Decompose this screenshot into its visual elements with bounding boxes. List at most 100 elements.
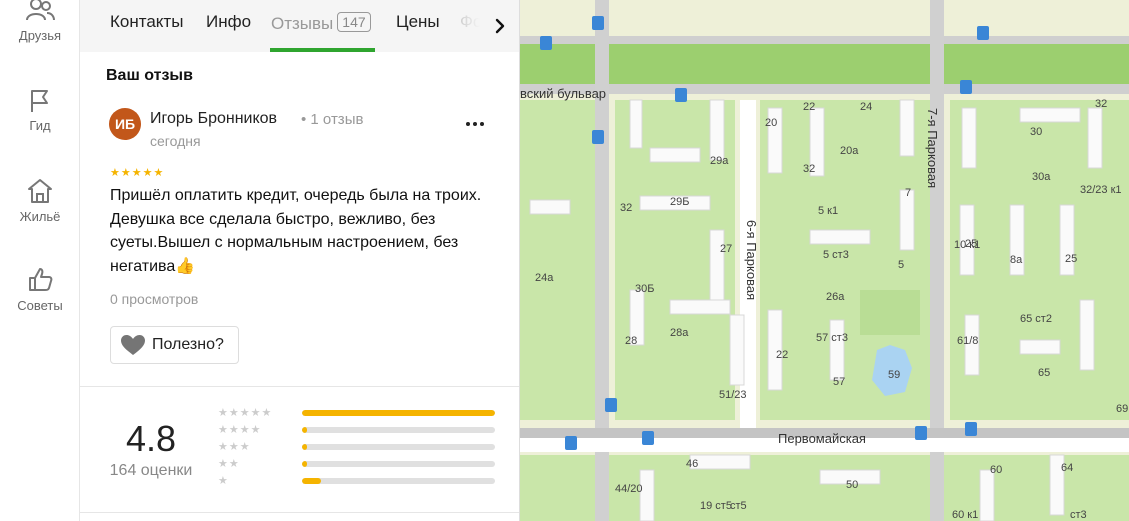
bus-stop-icon[interactable] bbox=[565, 436, 577, 450]
review-text: Пришёл оплатить кредит, очередь была на … bbox=[110, 187, 482, 275]
friends-icon bbox=[26, 0, 55, 21]
bus-stop-icon[interactable] bbox=[605, 398, 617, 412]
map-house-number: 32 bbox=[1095, 98, 1107, 110]
bus-stop-icon[interactable] bbox=[965, 422, 977, 436]
map-house-number: 29Б bbox=[670, 196, 689, 208]
map-house-number: 20 bbox=[765, 117, 777, 129]
heart-icon bbox=[121, 335, 145, 355]
map-road bbox=[520, 84, 1129, 94]
map-house-number: 32 bbox=[620, 202, 632, 214]
map-house-number: 24а bbox=[535, 272, 554, 284]
map-street-label: вский бульвар bbox=[520, 86, 606, 101]
tab-bar: Контакты Инфо Отзывы147 Цены Фо bbox=[80, 0, 519, 52]
review-rating-stars: ★★★★★ bbox=[110, 167, 165, 179]
map-house-number: 60 bbox=[990, 464, 1002, 476]
map-house-number: 57 bbox=[833, 376, 845, 388]
review-more-button[interactable] bbox=[460, 112, 490, 136]
map-street-label: 7-я Парковая bbox=[925, 108, 940, 188]
tab-prices[interactable]: Цены bbox=[396, 12, 440, 32]
more-dot bbox=[473, 122, 477, 126]
map-house-number: 30Б bbox=[635, 283, 654, 295]
bus-stop-icon[interactable] bbox=[642, 431, 654, 445]
your-review-title: Ваш отзыв bbox=[106, 67, 193, 84]
map-house-number: 50 bbox=[846, 479, 858, 491]
distribution-bar bbox=[302, 444, 495, 450]
map-house-number: 69 bbox=[1116, 403, 1128, 415]
map-house-number: 44/20 bbox=[615, 483, 643, 495]
map-house-number: 5 к1 bbox=[818, 205, 838, 217]
map-house-number: 7 bbox=[905, 187, 911, 199]
bus-stop-icon[interactable] bbox=[960, 80, 972, 94]
map-house-number: 19 ст5 bbox=[700, 500, 732, 512]
left-sidebar: Друзья Гид Жильё Советы bbox=[0, 0, 80, 521]
tab-contacts[interactable]: Контакты bbox=[110, 12, 183, 32]
bus-stop-icon[interactable] bbox=[592, 16, 604, 30]
tab-reviews[interactable]: Отзывы 147 bbox=[271, 12, 371, 34]
tabs-next-button[interactable] bbox=[480, 6, 519, 46]
active-tab-underline bbox=[270, 48, 375, 52]
sidebar-label: Друзья bbox=[18, 28, 62, 43]
distribution-stars: ★★★ bbox=[218, 441, 251, 453]
map-house-number: ст5 bbox=[730, 500, 747, 512]
map-house-number: 5 ст3 bbox=[823, 249, 849, 261]
author-review-count: • 1 отзыв bbox=[301, 111, 364, 128]
map-house-number: 27 bbox=[720, 243, 732, 255]
map-house-number: 5 bbox=[898, 259, 904, 271]
distribution-bar-fill bbox=[302, 444, 307, 450]
bus-stop-icon[interactable] bbox=[540, 36, 552, 50]
map-house-number: 64 bbox=[1061, 462, 1073, 474]
review-date: сегодня bbox=[150, 133, 201, 149]
sidebar-item-tips[interactable]: Советы bbox=[0, 266, 80, 313]
business-panel: Контакты Инфо Отзывы147 Цены Фо Ваш отзы… bbox=[80, 0, 520, 521]
sidebar-item-guide[interactable]: Гид bbox=[0, 88, 80, 133]
sidebar-item-friends[interactable]: Друзья bbox=[0, 0, 80, 43]
map-house-number: 28 bbox=[625, 335, 637, 347]
map-house-number: 46 bbox=[686, 458, 698, 470]
map-house-number: 32 bbox=[803, 163, 815, 175]
map-house-number: 8а bbox=[1010, 254, 1023, 266]
tab-reviews-label: Отзывы bbox=[271, 14, 334, 33]
sidebar-label: Гид bbox=[29, 118, 51, 133]
distribution-bar bbox=[302, 478, 495, 484]
map-house-number: 59 bbox=[888, 369, 900, 381]
map-house-number: 65 bbox=[1038, 367, 1050, 379]
distribution-bar-fill bbox=[302, 478, 322, 484]
app-root: Друзья Гид Жильё Советы Контакты Инфо От… bbox=[0, 0, 1129, 521]
map[interactable]: вский бульвар 7-я Парковая 6-я Парковая … bbox=[520, 0, 1129, 521]
sidebar-item-housing[interactable]: Жильё bbox=[0, 177, 80, 224]
chevron-right-icon bbox=[495, 18, 505, 34]
distribution-stars: ★★★★★ bbox=[218, 407, 273, 419]
more-dot bbox=[466, 122, 470, 126]
map-house-number: 26а bbox=[826, 291, 845, 303]
map-house-number: ст3 bbox=[1070, 509, 1087, 521]
distribution-stars: ★★ bbox=[218, 458, 240, 470]
distribution-bar bbox=[302, 461, 495, 467]
reviews-count-badge: 147 bbox=[337, 12, 371, 32]
distribution-bar bbox=[302, 427, 495, 433]
distribution-bar-fill bbox=[302, 427, 307, 433]
map-house-number: 57 ст3 bbox=[816, 332, 848, 344]
distribution-stars: ★★★★ bbox=[218, 424, 262, 436]
map-house-number: 20а bbox=[840, 145, 859, 157]
sidebar-label: Жильё bbox=[19, 209, 61, 224]
map-house-number: 60 к1 bbox=[952, 509, 978, 521]
distribution-bar bbox=[302, 410, 495, 416]
helpful-label: Полезно? bbox=[152, 336, 224, 353]
rating-count: 164 оценки bbox=[109, 462, 193, 479]
map-house-number: 30а bbox=[1032, 171, 1051, 183]
tab-info[interactable]: Инфо bbox=[206, 12, 251, 32]
bus-stop-icon[interactable] bbox=[592, 130, 604, 144]
bus-stop-icon[interactable] bbox=[915, 426, 927, 440]
sidebar-label: Советы bbox=[17, 298, 63, 313]
map-house-number: 32/23 к1 bbox=[1080, 184, 1122, 196]
avatar[interactable]: ИБ bbox=[109, 108, 141, 140]
distribution-bar-fill bbox=[302, 461, 307, 467]
map-house-number: 29а bbox=[710, 155, 729, 167]
bus-stop-icon[interactable] bbox=[675, 88, 687, 102]
map-canvas[interactable]: вский бульвар 7-я Парковая 6-я Парковая … bbox=[520, 0, 1129, 521]
divider bbox=[80, 386, 519, 387]
bus-stop-icon[interactable] bbox=[977, 26, 989, 40]
author-name[interactable]: Игорь Бронников bbox=[150, 110, 277, 128]
helpful-button[interactable]: Полезно? bbox=[110, 326, 239, 364]
map-house-number: 61/8 bbox=[957, 335, 978, 347]
